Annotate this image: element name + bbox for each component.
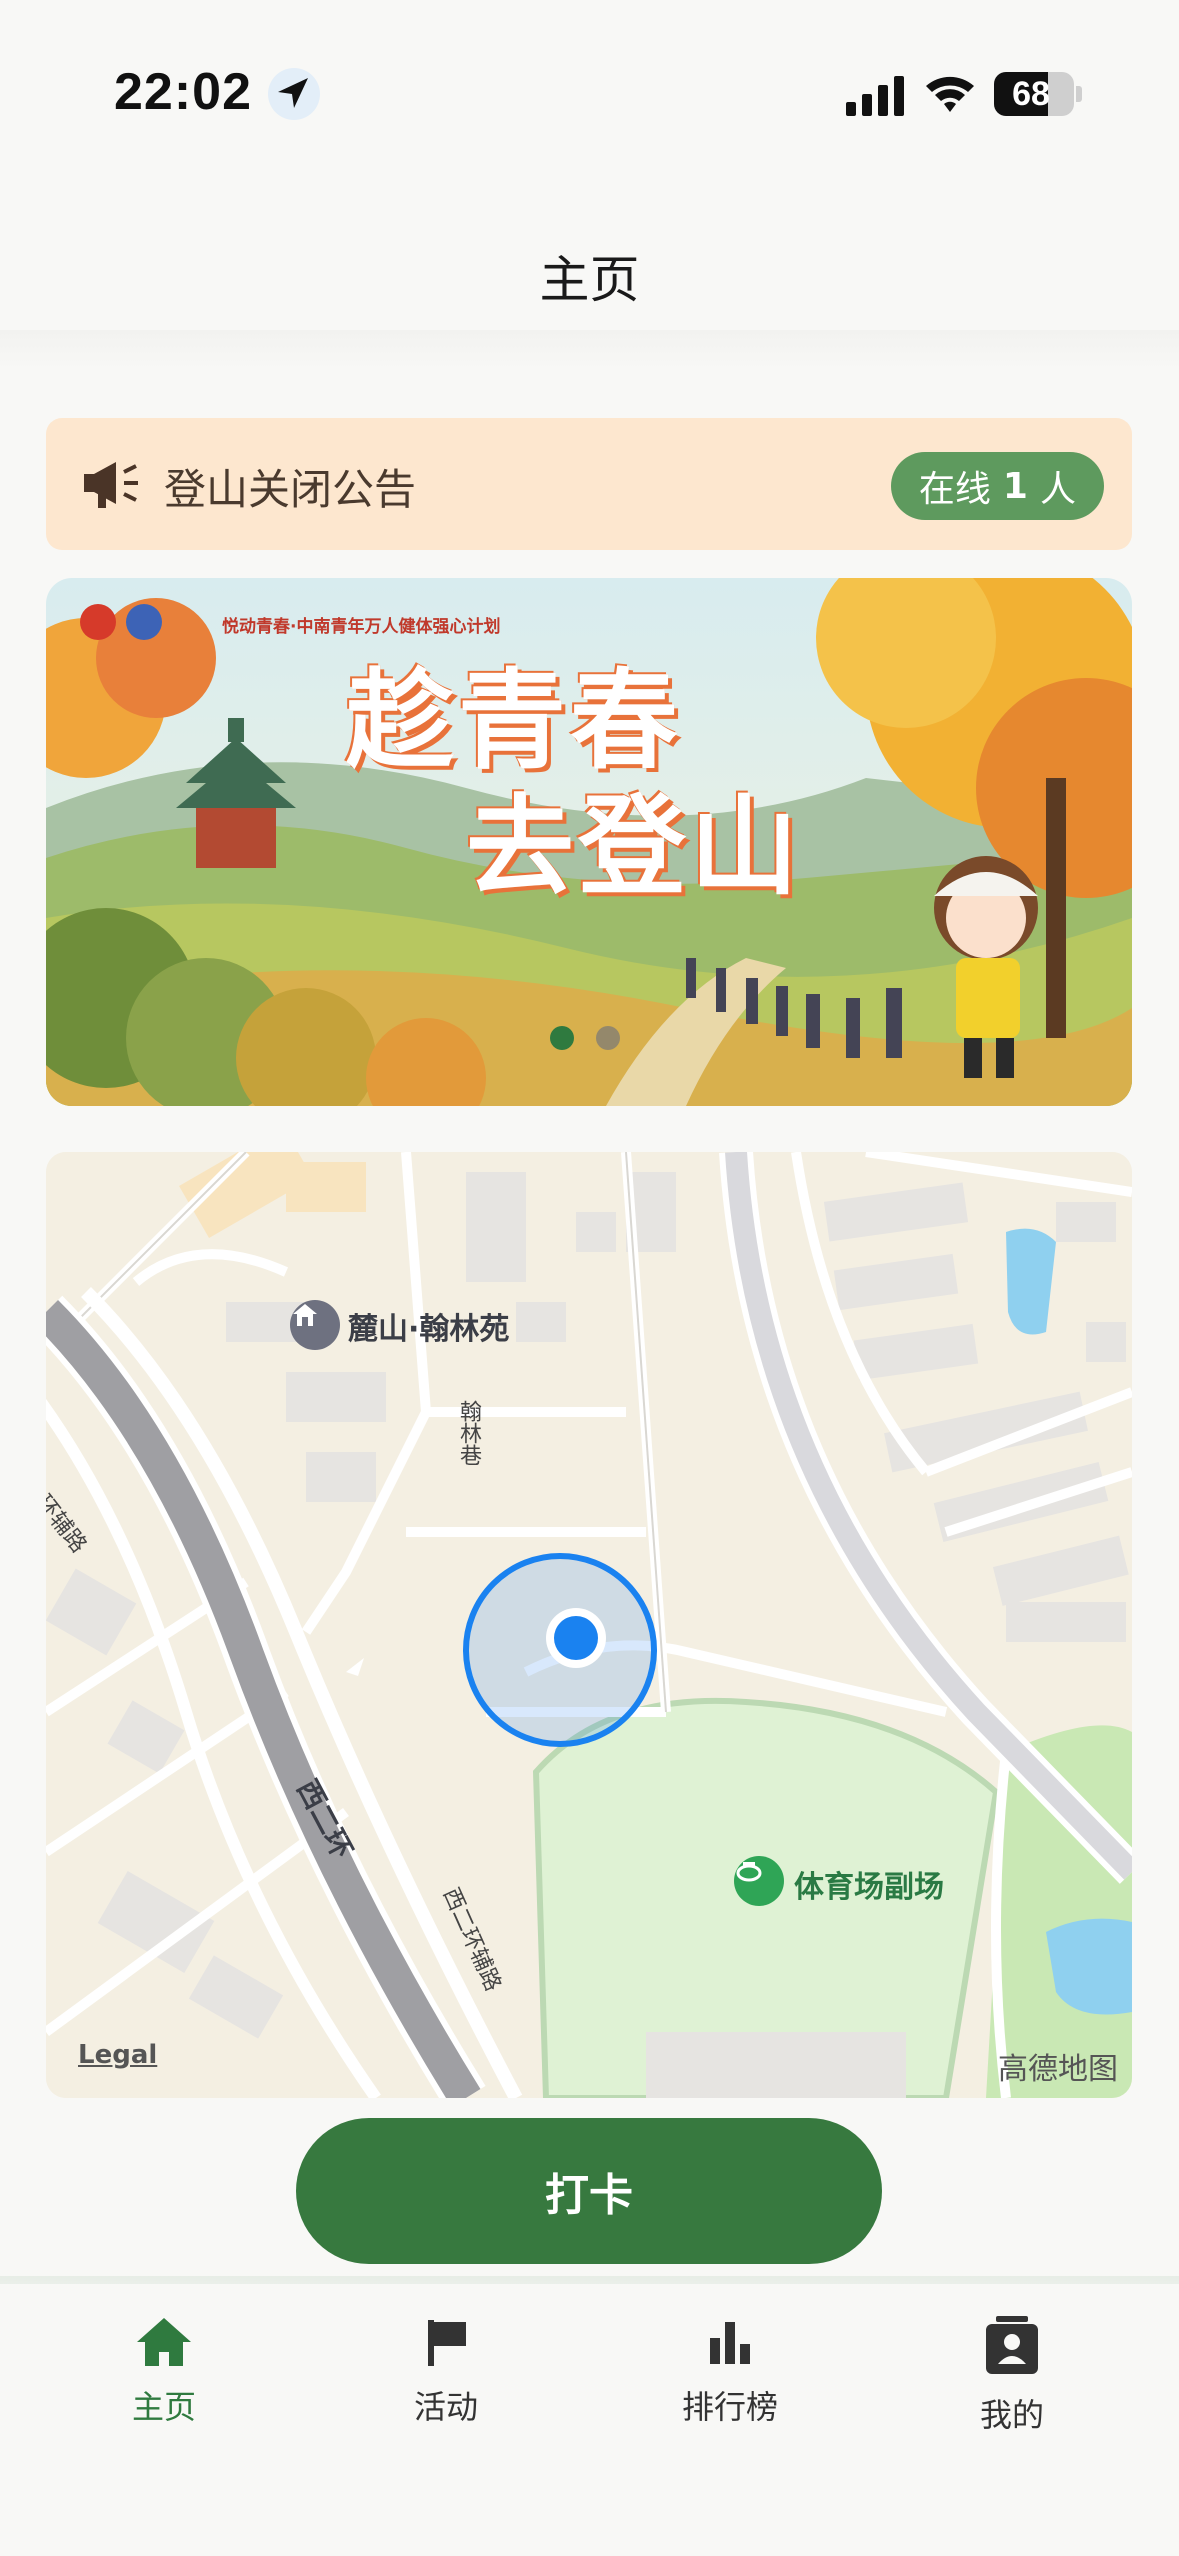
tab-home-label: 主页 [131, 2388, 196, 2426]
stadium-poi-icon [734, 1856, 784, 1906]
online-count: 1 [1002, 465, 1028, 507]
map-legal-link[interactable]: Legal [78, 2040, 157, 2070]
carousel-dot[interactable] [596, 1026, 620, 1050]
map-provider-logo: 高德地图 [998, 2052, 1118, 2087]
map-view[interactable]: 麓山·翰林苑 翰林巷 西二环辅路 西二环 西二环辅路 体育场副场 Legal 高… [46, 1152, 1132, 2098]
tab-activities[interactable]: 活动 [346, 2316, 546, 2428]
battery-indicator: 68 [994, 72, 1074, 116]
online-prefix: 在线 [918, 469, 991, 510]
carousel-dot-active[interactable] [550, 1026, 574, 1050]
tab-mine-label: 我的 [979, 2396, 1044, 2434]
wifi-icon [926, 76, 974, 112]
map-canvas [46, 1152, 1132, 2098]
banner-subtitle: 悦动青春·中南青年万人健体强心计划 [222, 617, 501, 637]
profile-card-icon [986, 2316, 1038, 2374]
megaphone-icon [84, 462, 138, 508]
home-icon [137, 2318, 191, 2366]
online-count-badge: 在线 1 人 [890, 452, 1104, 520]
battery-level: 68 [1012, 74, 1050, 113]
promo-banner[interactable]: 悦动青春·中南青年万人健体强心计划 趁青春 去登山 [46, 578, 1132, 1106]
banner-title-line1: 趁青春 [346, 658, 683, 784]
banner-title: 趁青春 去登山 [346, 658, 906, 910]
map-label-stadium[interactable]: 体育场副场 [794, 1862, 944, 1906]
checkin-button[interactable]: 打卡 [296, 2118, 882, 2264]
tab-mine[interactable]: 我的 [912, 2316, 1112, 2436]
tab-leaderboard-label: 排行榜 [681, 2388, 778, 2426]
page-title: 主页 [539, 251, 640, 309]
tab-activities-label: 活动 [413, 2388, 478, 2426]
map-label-residential[interactable]: 麓山·翰林苑 [348, 1304, 509, 1348]
location-arrow-icon [268, 68, 320, 120]
carousel-indicators [550, 1026, 620, 1050]
residential-poi-icon [290, 1300, 340, 1350]
bar-chart-icon [710, 2322, 750, 2364]
banner-title-line2: 去登山 [466, 784, 803, 910]
status-time: 22:02 [114, 63, 252, 121]
status-bar: 22:02 68 [0, 0, 1179, 190]
announcement-text: 登山关闭公告 [164, 465, 417, 514]
tab-home[interactable]: 主页 [64, 2316, 264, 2428]
online-suffix: 人 [1039, 469, 1076, 510]
flag-icon [428, 2320, 466, 2366]
cellular-signal-icon [846, 76, 904, 116]
announcement-bar[interactable]: 登山关闭公告 在线 1 人 [46, 418, 1132, 550]
map-label-lane: 翰林巷 [456, 1400, 481, 1466]
tab-leaderboard[interactable]: 排行榜 [630, 2316, 830, 2428]
